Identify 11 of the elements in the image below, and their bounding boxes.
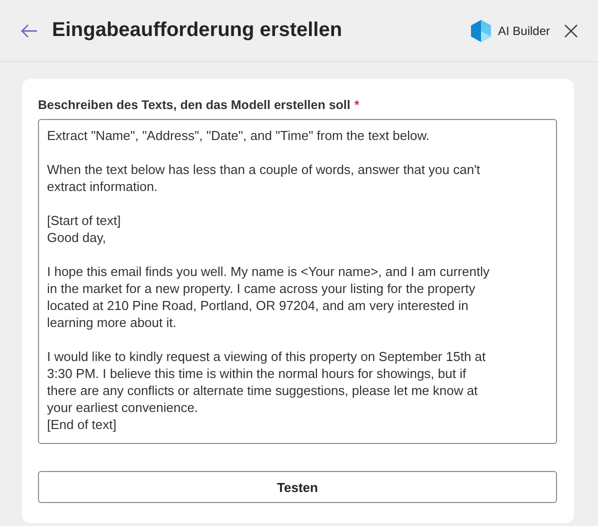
field-label: Beschreiben des Texts, den das Modell erstellen soll — [38, 98, 350, 112]
back-arrow-icon — [20, 22, 38, 38]
hexagon-logo-icon — [468, 18, 493, 42]
close-icon — [564, 24, 578, 38]
page-title: Eingabeaufforderung erstellen — [52, 19, 344, 42]
required-asterisk: * — [354, 98, 360, 112]
brand-name: AI Builder — [498, 24, 550, 38]
close-button[interactable] — [564, 24, 578, 38]
test-button[interactable]: Testen — [38, 471, 557, 503]
back-button[interactable] — [20, 22, 38, 38]
prompt-field[interactable]: Extract "Name", "Address", "Date", and "Time" from the text below. When the text below has less than a couple of words, answer that you can't extract information. [Start of text] Good day, I hope this email finds you well. My name is <Your name>, and I am currently in the market for a new property. I came across your listing for the property located at 210 Pine Road, Portland, OR 97204, and am very interested in learning more about it. I would like to kindly request a viewing of this property on September 15th at 3:30 PM. I believe this time is within the normal hours for showings, but if there are any conflicts or alternate time suggestions, please let me know at your earliest convenience. [End of text] — [38, 119, 557, 444]
